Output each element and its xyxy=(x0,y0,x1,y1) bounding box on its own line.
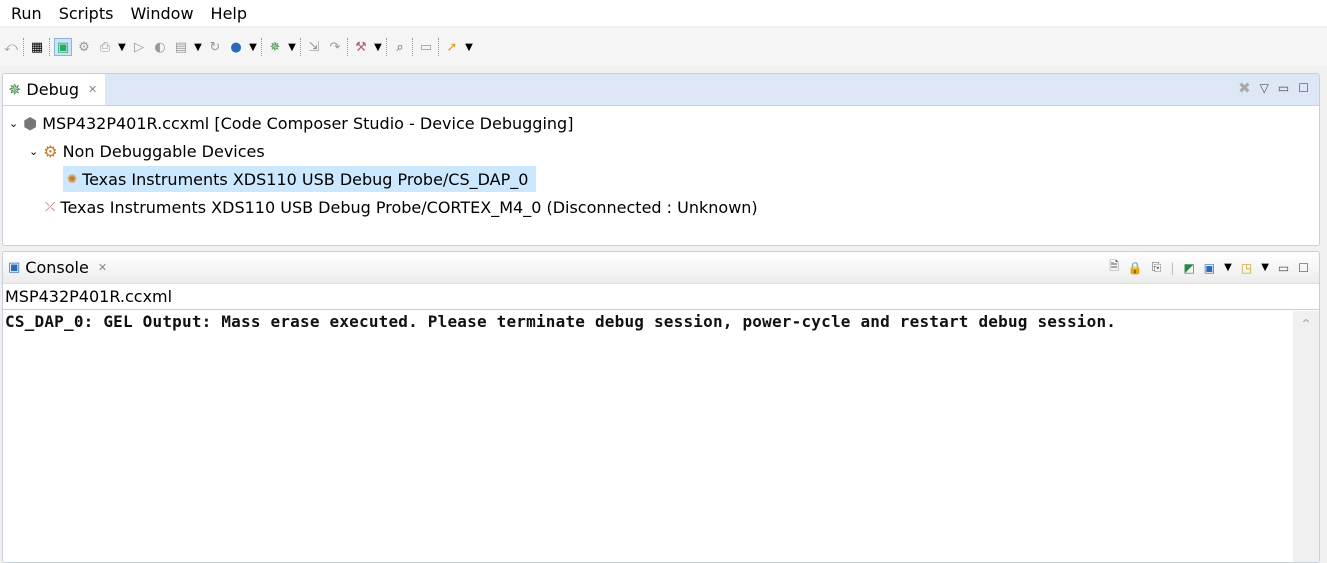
restart-icon[interactable]: ↻ xyxy=(206,38,224,56)
new-console-dropdown-icon[interactable]: ▼ xyxy=(1261,262,1269,273)
step-return-icon[interactable]: ⤺ xyxy=(2,38,20,56)
minimize-icon[interactable]: ▭ xyxy=(1278,261,1289,275)
bug-dropdown-icon[interactable]: ▼ xyxy=(287,42,297,53)
display-dropdown-icon[interactable]: ▼ xyxy=(1224,262,1232,273)
scroll-lock-icon[interactable]: 🔒 xyxy=(1128,261,1143,275)
debug-target-icon[interactable]: ▣ xyxy=(54,38,72,56)
console-icon: ▣ xyxy=(8,259,21,275)
pin-console-icon[interactable]: ◩ xyxy=(1183,261,1194,275)
hammer-dropdown-icon[interactable]: ▼ xyxy=(373,42,383,53)
menu-help[interactable]: Help xyxy=(200,4,253,23)
tree-item-non-debuggable[interactable]: ⌄ ⚙ Non Debuggable Devices xyxy=(29,138,265,164)
tab-console[interactable]: ▣ Console ✕ xyxy=(3,252,115,283)
menu-bar: Run Scripts Window Help xyxy=(0,0,1327,26)
search-icon[interactable]: ⌕ xyxy=(391,38,409,56)
rocket-icon[interactable]: ➚ xyxy=(443,38,461,56)
clear-console-icon[interactable]: 🗎 xyxy=(1109,257,1119,278)
bug-icon: ✵ xyxy=(8,79,22,99)
close-icon[interactable]: ✕ xyxy=(88,83,97,96)
tab-label: Console xyxy=(25,257,89,277)
console-view: ▣ Console ✕ 🗎 🔒 ⎘ | ◩ ▣ ▼ ◳ ▼ ▭ ☐ MSP432… xyxy=(2,251,1320,563)
terminal-icon[interactable]: ▭ xyxy=(417,38,435,56)
tree-label: Non Debuggable Devices xyxy=(62,141,265,161)
terminate-icon[interactable]: ▤ xyxy=(172,38,190,56)
console-output[interactable]: CS_DAP_0: GEL Output: Mass erase execute… xyxy=(3,310,1319,331)
console-subtitle: MSP432P401R.ccxml xyxy=(3,284,1319,310)
bug-icon[interactable]: ✵ xyxy=(266,38,284,56)
rocket-dropdown-icon[interactable]: ▼ xyxy=(464,42,474,53)
main-toolbar: ⤺ ▦ ▣ ⚙ ⎙ ▼ ▷ ◐ ▤ ▼ ↻ ● ▼ ✵ ▼ ⇲ ↷ ⚒ ▼ ⌕ ▭ ➚ ▼ xyxy=(0,28,1327,66)
menu-run[interactable]: Run xyxy=(0,4,48,23)
chevron-down-icon[interactable]: ⌄ xyxy=(9,117,18,130)
disconnected-icon: ⤫ xyxy=(45,199,56,215)
word-wrap-icon[interactable]: ⎘ xyxy=(1152,260,1162,275)
display-console-icon[interactable]: ▣ xyxy=(1204,261,1215,275)
tree-item-cortex[interactable]: ⤫ Texas Instruments XDS110 USB Debug Pro… xyxy=(45,194,758,220)
menu-scripts[interactable]: Scripts xyxy=(48,4,120,23)
terminate-dropdown-icon[interactable]: ▼ xyxy=(193,42,203,53)
resume-icon[interactable]: ▷ xyxy=(130,38,148,56)
hammer-icon[interactable]: ⚒ xyxy=(352,38,370,56)
tab-debug[interactable]: ✵ Debug ✕ xyxy=(3,74,106,105)
tree-label: Texas Instruments XDS110 USB Debug Probe… xyxy=(82,169,529,189)
load-dropdown-icon[interactable]: ▼ xyxy=(117,42,127,53)
tab-label: Debug xyxy=(26,79,80,99)
scroll-up-icon[interactable]: ⌃ xyxy=(1293,317,1319,333)
grid-icon[interactable]: ▦ xyxy=(28,38,46,56)
device-icon: ✺ xyxy=(67,172,78,186)
step-into-icon[interactable]: ⇲ xyxy=(305,38,323,56)
connect-icon[interactable]: ⚙ xyxy=(75,38,93,56)
tree-item-ccxml[interactable]: ⌄ ⬢ MSP432P401R.ccxml [Code Composer Stu… xyxy=(9,110,573,136)
minimize-icon[interactable]: ▭ xyxy=(1278,81,1289,95)
step-over-icon[interactable]: ↷ xyxy=(326,38,344,56)
chevron-down-icon[interactable]: ⌄ xyxy=(29,145,38,158)
view-menu-icon[interactable]: ▽ xyxy=(1260,81,1269,95)
load-program-icon[interactable]: ⎙ xyxy=(96,38,114,56)
suspend-icon[interactable]: ◐ xyxy=(151,38,169,56)
bomb-dropdown-icon[interactable]: ▼ xyxy=(248,42,258,53)
maximize-icon[interactable]: ☐ xyxy=(1298,261,1309,275)
tree-label: Texas Instruments XDS110 USB Debug Probe… xyxy=(60,197,758,217)
vertical-scrollbar[interactable]: ⌃ xyxy=(1293,311,1319,562)
close-icon[interactable]: ✕ xyxy=(98,261,107,274)
devices-icon: ⚙ xyxy=(43,141,58,161)
cube-icon: ⬢ xyxy=(23,113,38,133)
remove-all-terminated-icon[interactable]: ✖ xyxy=(1238,79,1251,97)
bomb-icon[interactable]: ● xyxy=(227,38,245,56)
tree-label: MSP432P401R.ccxml [Code Composer Studio … xyxy=(42,113,574,133)
menu-window[interactable]: Window xyxy=(119,4,199,23)
debug-view: ✵ Debug ✕ ✖ ▽ ▭ ☐ ⌄ ⬢ MSP432P401R.ccxml … xyxy=(2,73,1320,246)
new-console-icon[interactable]: ◳ xyxy=(1241,261,1252,275)
tree-item-cs-dap[interactable]: ✺ Texas Instruments XDS110 USB Debug Pro… xyxy=(63,166,537,192)
maximize-icon[interactable]: ☐ xyxy=(1298,81,1309,95)
separator: | xyxy=(1170,260,1175,275)
